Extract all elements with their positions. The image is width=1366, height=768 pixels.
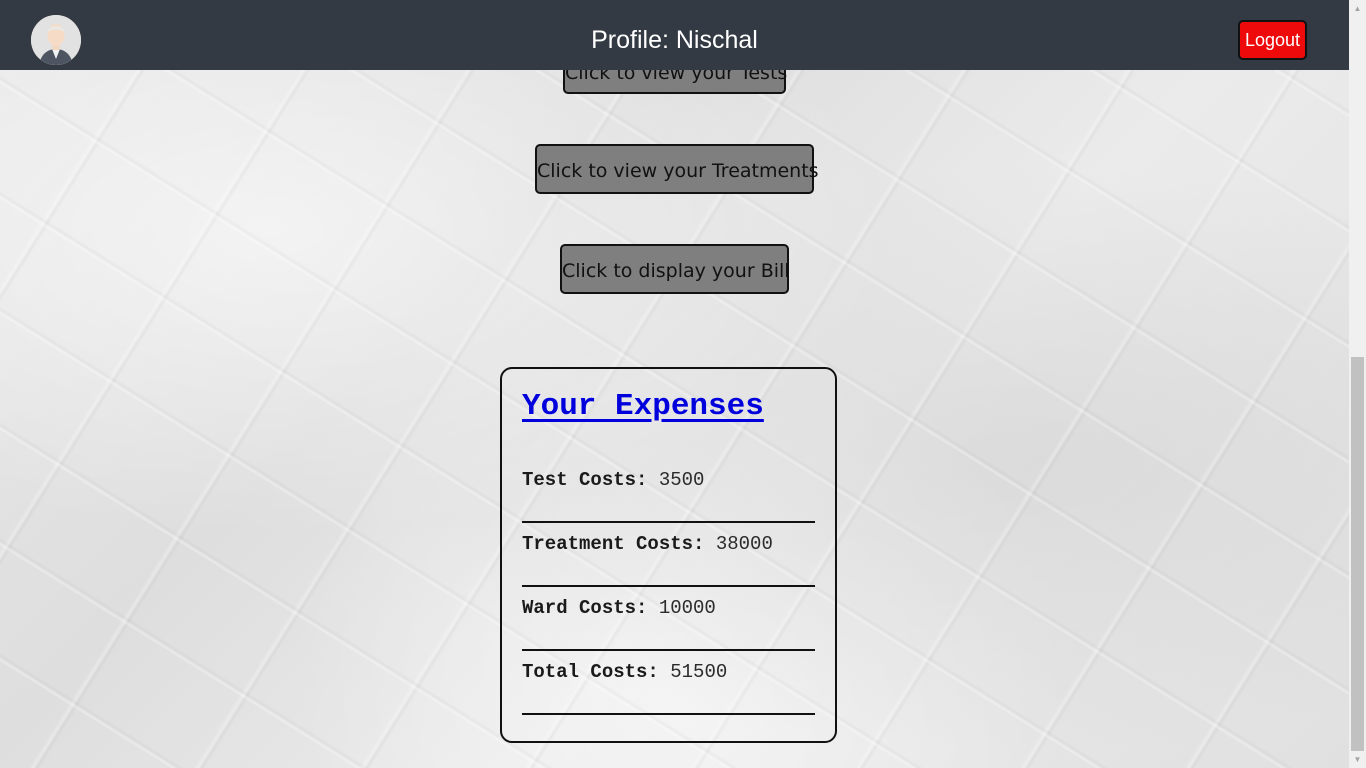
- expenses-title-link[interactable]: Your Expenses: [522, 389, 764, 424]
- display-bill-button[interactable]: Click to display your Bill: [560, 244, 790, 294]
- expense-label: Test Costs:: [522, 469, 648, 491]
- top-navbar: Profile: Nischal Logout: [0, 0, 1349, 70]
- view-treatments-button[interactable]: Click to view your Treatments: [535, 144, 819, 194]
- scroll-up-arrow-icon[interactable]: ▲: [1349, 0, 1366, 17]
- expense-label: Treatment Costs:: [522, 533, 705, 555]
- expense-value: 38000: [715, 533, 773, 555]
- expense-row-total-costs: Total Costs: 51500: [522, 651, 815, 715]
- expenses-card: Your Expenses Test Costs: 3500 Treatment…: [500, 367, 837, 743]
- expense-row-ward-costs: Ward Costs: 10000: [522, 587, 815, 651]
- scrollbar-thumb[interactable]: [1351, 357, 1364, 751]
- expense-label: Total Costs:: [522, 661, 659, 683]
- vertical-scrollbar[interactable]: ▲ ▼: [1349, 0, 1366, 768]
- page-title: Profile: Nischal: [591, 26, 758, 54]
- expense-label: Ward Costs:: [522, 597, 648, 619]
- expense-value: 10000: [658, 597, 716, 619]
- scroll-down-arrow-icon[interactable]: ▼: [1349, 751, 1366, 768]
- expense-value: 51500: [670, 661, 728, 683]
- expense-value: 3500: [658, 469, 705, 491]
- logout-button[interactable]: Logout: [1238, 20, 1307, 60]
- expense-row-test-costs: Test Costs: 3500: [522, 459, 815, 523]
- expense-row-treatment-costs: Treatment Costs: 38000: [522, 523, 815, 587]
